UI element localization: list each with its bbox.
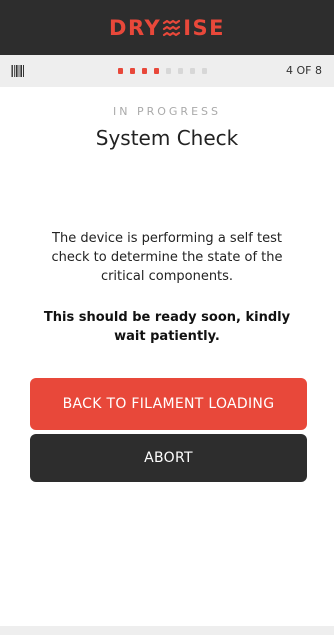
step-dot bbox=[190, 68, 195, 74]
step-dots bbox=[118, 68, 207, 74]
status-label: IN PROGRESS bbox=[113, 105, 221, 118]
back-to-filament-loading-button[interactable]: BACK TO FILAMENT LOADING bbox=[30, 378, 307, 430]
app-header: DRY ISE bbox=[0, 0, 334, 55]
step-dot bbox=[154, 68, 159, 74]
barcode-icon bbox=[11, 65, 24, 77]
wave-icon bbox=[163, 19, 181, 36]
footer-bar bbox=[0, 626, 334, 635]
step-dot bbox=[178, 68, 183, 74]
page-title: System Check bbox=[95, 126, 239, 150]
brand-logo: DRY ISE bbox=[109, 16, 225, 40]
brand-logo-right: ISE bbox=[183, 15, 225, 40]
abort-button[interactable]: ABORT bbox=[30, 434, 307, 482]
step-dot bbox=[202, 68, 207, 74]
description-text: The device is performing a self test che… bbox=[51, 231, 283, 284]
brand-logo-left: DRY bbox=[109, 15, 162, 40]
wait-note: This should be ready soon, kindly wait p… bbox=[43, 310, 291, 344]
step-dot bbox=[166, 68, 171, 74]
step-counter: 4 OF 8 bbox=[286, 64, 322, 77]
step-progress-bar: 4 OF 8 bbox=[0, 55, 334, 87]
step-dot bbox=[118, 68, 123, 74]
step-dot bbox=[130, 68, 135, 74]
step-dot bbox=[142, 68, 147, 74]
